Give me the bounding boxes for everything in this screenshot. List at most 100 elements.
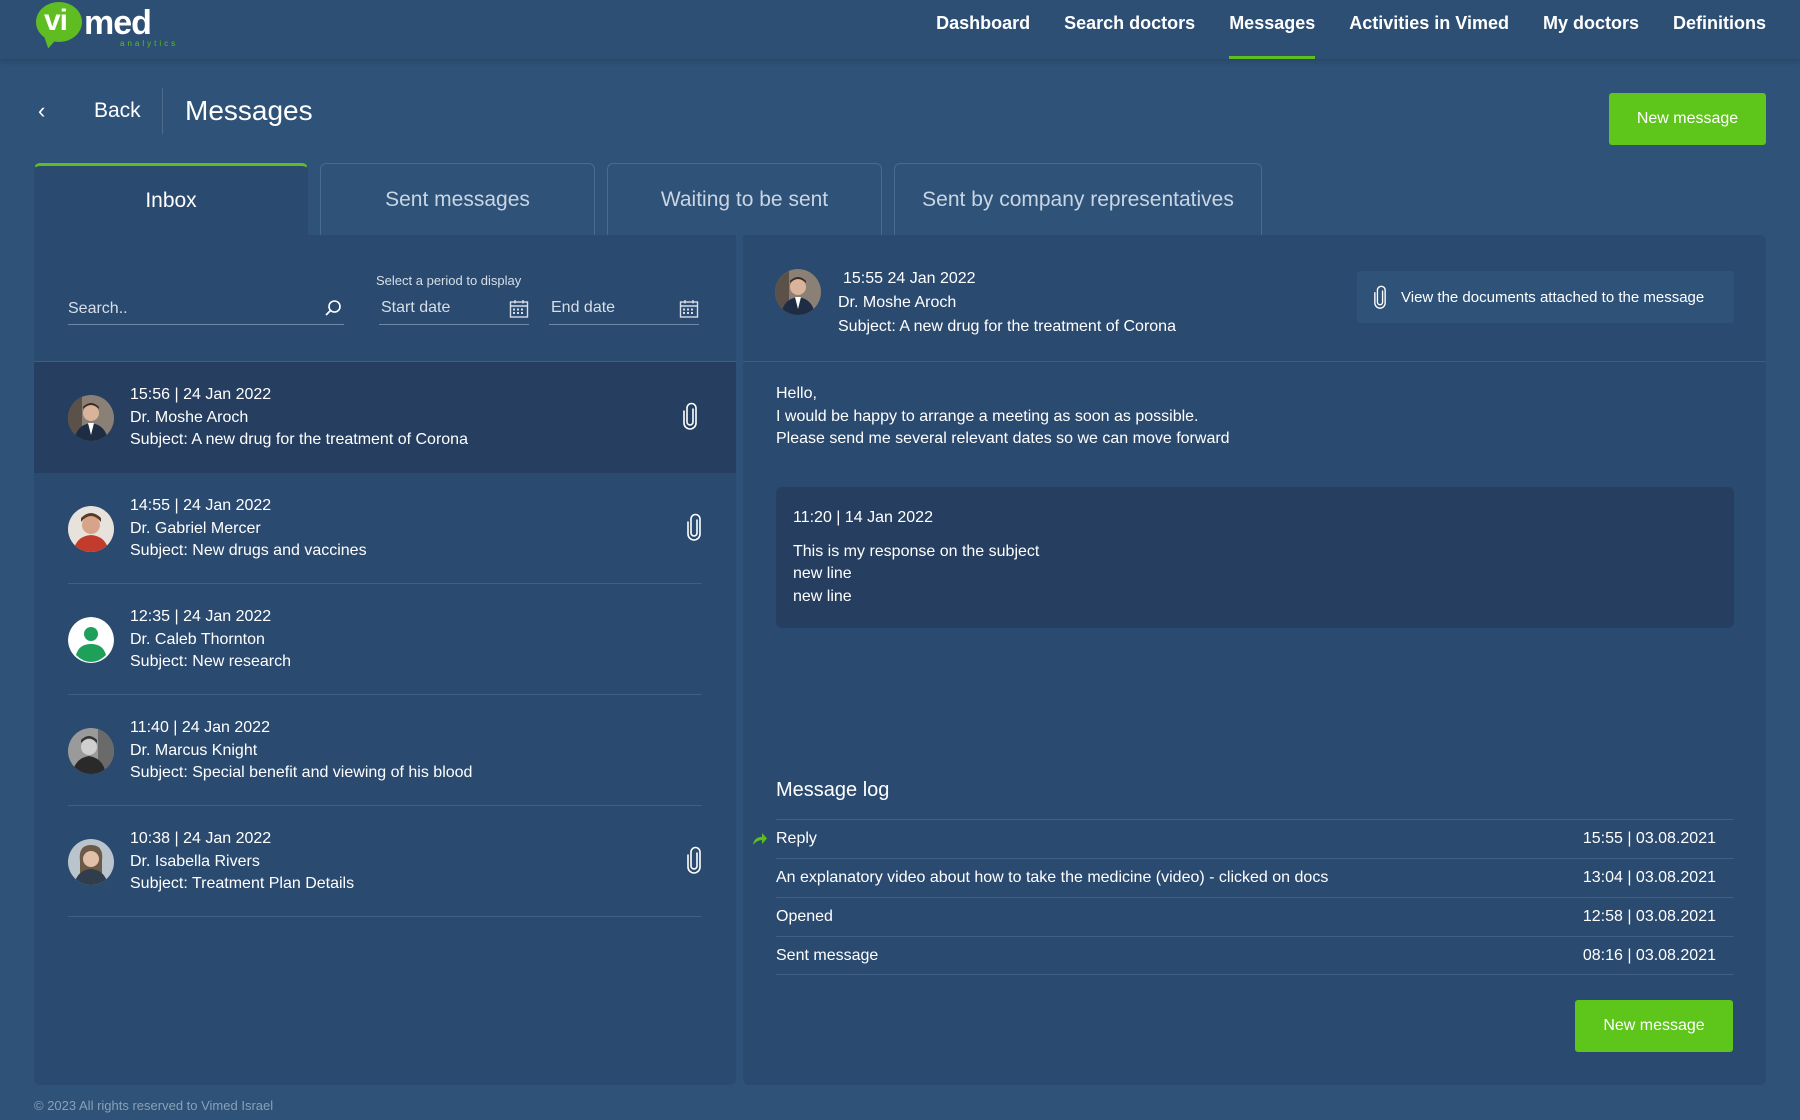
tab-inbox[interactable]: Inbox	[34, 163, 308, 235]
footer-copyright: © 2023 All rights reserved to Vimed Isra…	[34, 1098, 274, 1113]
reply-line: This is my response on the subject	[793, 542, 1040, 560]
message-subject: Subject: New research	[130, 653, 291, 670]
message-detail-panel: 15:55 24 Jan 2022 Dr. Moshe Aroch Subjec…	[743, 235, 1766, 1085]
vimed-logo[interactable]: vi med analytics	[36, 2, 175, 52]
body-line: Hello,	[776, 385, 817, 402]
period-label: Select a period to display	[376, 273, 522, 288]
message-doctor: Dr. Isabella Rivers	[130, 852, 260, 870]
log-time: 13:04 | 03.08.2021	[1582, 869, 1716, 886]
back-button[interactable]: Back	[94, 99, 141, 123]
message-summary: 11:40 | 24 Jan 2022 Dr. Marcus Knight Su…	[130, 717, 472, 785]
chevron-left-icon[interactable]: ‹	[38, 98, 45, 124]
message-time: 11:40 | 24 Jan 2022	[130, 719, 270, 736]
paperclip-icon	[1374, 285, 1386, 309]
message-subject: Subject: Treatment Plan Details	[130, 875, 355, 892]
reply-box: 11:20 | 14 Jan 2022 This is my response …	[776, 487, 1734, 628]
view-attachments-button[interactable]: View the documents attached to the messa…	[1357, 271, 1734, 323]
avatar	[68, 395, 114, 441]
log-event: An explanatory video about how to take t…	[776, 869, 1329, 886]
avatar	[68, 506, 114, 552]
message-doctor: Dr. Gabriel Mercer	[130, 519, 261, 537]
logo-sub: analytics	[120, 39, 179, 48]
log-time: 15:55 | 03.08.2021	[1582, 830, 1716, 847]
message-summary: 14:55 | 24 Jan 2022 Dr. Gabriel Mercer S…	[130, 495, 367, 563]
log-event: Sent message	[776, 946, 879, 964]
reply-line: new line	[793, 587, 852, 605]
view-attachments-label: View the documents attached to the messa…	[1401, 288, 1705, 306]
nav-definitions[interactable]: Definitions	[1673, 0, 1766, 59]
detail-divider	[743, 361, 1766, 362]
tab-sent-by-company-reps[interactable]: Sent by company representatives	[894, 163, 1262, 235]
message-item[interactable]: 14:55 | 24 Jan 2022 Dr. Gabriel Mercer S…	[68, 473, 702, 584]
message-body: Hello, I would be happy to arrange a mee…	[776, 383, 1230, 451]
body-line: I would be happy to arrange a meeting as…	[776, 407, 1199, 425]
log-time: 12:58 | 03.08.2021	[1582, 908, 1716, 925]
detail-time: 15:55 24 Jan 2022	[843, 270, 976, 287]
message-time: 15:56 | 24 Jan 2022	[130, 386, 272, 403]
start-date-placeholder: Start date	[381, 299, 451, 316]
main-nav: Dashboard Search doctors Messages Activi…	[902, 0, 1766, 59]
message-subject: Subject: A new drug for the treatment of…	[130, 431, 468, 448]
calendar-icon[interactable]	[509, 299, 529, 319]
reply-line: new line	[793, 565, 852, 582]
message-log-table: Reply 15:55 | 03.08.2021 An explanatory …	[753, 819, 1734, 975]
message-summary: 12:35 | 24 Jan 2022 Dr. Caleb Thornton S…	[130, 606, 291, 674]
avatar	[68, 839, 114, 885]
logo-med: med	[84, 4, 152, 42]
body-line: Please send me several relevant dates so…	[776, 430, 1230, 447]
message-item[interactable]: 10:38 | 24 Jan 2022 Dr. Isabella Rivers …	[68, 806, 702, 917]
message-item[interactable]: 12:35 | 24 Jan 2022 Dr. Caleb Thornton S…	[68, 584, 702, 695]
start-date-field[interactable]: Start date	[379, 295, 529, 325]
nav-messages[interactable]: Messages	[1229, 0, 1316, 59]
log-time: 08:16 | 03.08.2021	[1582, 946, 1716, 964]
message-doctor: Dr. Moshe Aroch	[130, 408, 249, 426]
detail-subject: Subject: A new drug for the treatment of…	[838, 318, 1176, 335]
user-default-icon	[68, 617, 114, 663]
message-log-title: Message log	[776, 779, 890, 801]
tab-waiting-to-be-sent[interactable]: Waiting to be sent	[607, 163, 882, 235]
avatar	[775, 269, 821, 315]
message-summary: 15:56 | 24 Jan 2022 Dr. Moshe Aroch Subj…	[130, 384, 468, 452]
top-navbar: vi med analytics Dashboard Search doctor…	[0, 0, 1800, 59]
search-input[interactable]	[68, 295, 308, 323]
new-message-button-bottom[interactable]: New message	[1575, 1000, 1733, 1052]
message-item[interactable]: 11:40 | 24 Jan 2022 Dr. Marcus Knight Su…	[68, 695, 702, 806]
reply-arrow-icon	[753, 833, 767, 845]
end-date-field[interactable]: End date	[549, 295, 699, 325]
message-doctor: Dr. Marcus Knight	[130, 741, 258, 759]
calendar-icon[interactable]	[679, 299, 699, 319]
new-message-button[interactable]: New message	[1609, 93, 1766, 145]
page-title: Messages	[185, 95, 313, 126]
paperclip-icon	[687, 513, 701, 541]
paperclip-icon	[687, 846, 701, 874]
header-divider	[162, 88, 163, 134]
log-event: Opened	[776, 908, 833, 925]
nav-search-doctors[interactable]: Search doctors	[1064, 0, 1195, 59]
log-row: Opened 12:58 | 03.08.2021	[776, 897, 1734, 936]
message-time: 14:55 | 24 Jan 2022	[130, 497, 272, 514]
message-doctor: Dr. Caleb Thornton	[130, 630, 265, 648]
log-row: Reply 15:55 | 03.08.2021	[753, 819, 1734, 858]
message-subject: Subject: New drugs and vaccines	[130, 542, 367, 559]
message-item[interactable]: 15:56 | 24 Jan 2022 Dr. Moshe Aroch Subj…	[34, 362, 736, 473]
tab-sent-messages[interactable]: Sent messages	[320, 163, 595, 235]
nav-dashboard[interactable]: Dashboard	[936, 0, 1030, 59]
message-time: 10:38 | 24 Jan 2022	[130, 830, 272, 847]
log-event: Reply	[776, 830, 817, 847]
logo-vi: vi	[44, 4, 68, 37]
inbox-panel: Select a period to display Start date En…	[34, 235, 736, 1085]
message-tabs: Inbox Sent messages Waiting to be sent S…	[34, 163, 1274, 235]
search-box	[68, 295, 344, 325]
detail-doctor: Dr. Moshe Aroch	[838, 294, 957, 311]
paperclip-icon	[683, 402, 697, 430]
nav-my-doctors[interactable]: My doctors	[1543, 0, 1639, 59]
message-meta: 15:55 24 Jan 2022 Dr. Moshe Aroch Subjec…	[838, 267, 1176, 339]
reply-time: 11:20 | 14 Jan 2022	[793, 509, 933, 526]
message-list: 15:56 | 24 Jan 2022 Dr. Moshe Aroch Subj…	[34, 362, 736, 917]
search-icon[interactable]	[324, 299, 342, 317]
message-summary: 10:38 | 24 Jan 2022 Dr. Isabella Rivers …	[130, 828, 354, 896]
log-row: Sent message 08:16 | 03.08.2021	[776, 936, 1734, 975]
log-row: An explanatory video about how to take t…	[776, 858, 1734, 897]
nav-activities[interactable]: Activities in Vimed	[1349, 0, 1509, 59]
end-date-placeholder: End date	[551, 299, 616, 316]
